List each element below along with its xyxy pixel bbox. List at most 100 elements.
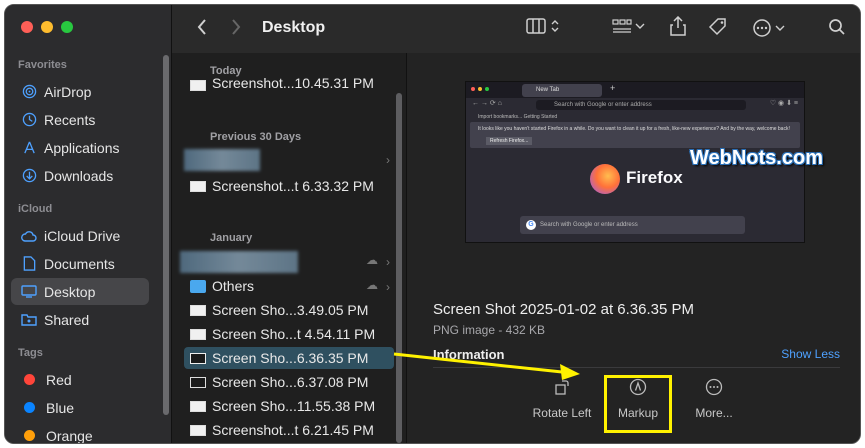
thumb-notice: It looks like you haven't started Firefo… bbox=[470, 122, 800, 148]
share-icon bbox=[670, 16, 686, 36]
list-item[interactable]: Screenshot...t 6.33.32 PM bbox=[184, 175, 394, 197]
section-previous-30-days: Previous 30 Days bbox=[210, 131, 302, 143]
redacted-item bbox=[180, 251, 298, 273]
list-item-selected[interactable]: Screen Sho...6.36.35 PM bbox=[184, 347, 394, 369]
chevron-right-icon bbox=[232, 19, 241, 35]
ellipsis-circle-icon bbox=[753, 19, 771, 37]
more-action[interactable]: More... bbox=[674, 378, 754, 420]
file-name: Screen Sho...3.49.05 PM bbox=[212, 302, 369, 318]
desktop-icon bbox=[21, 284, 37, 300]
sidebar-item-airdrop[interactable]: AirDrop bbox=[11, 78, 149, 105]
sidebar-item-recents[interactable]: Recents bbox=[11, 106, 149, 133]
minimize-window-button[interactable] bbox=[41, 21, 53, 33]
thumb-close-dot-icon bbox=[471, 87, 475, 91]
file-name: Screen Sho...6.37.08 PM bbox=[212, 374, 369, 390]
thumb-url-bar: ← → ⟳ ⌂ Search with Google or enter addr… bbox=[466, 98, 804, 112]
favorites-header: Favorites bbox=[18, 59, 67, 71]
sidebar-item-label: Blue bbox=[46, 399, 75, 416]
sidebar-scrollbar[interactable] bbox=[163, 55, 169, 415]
thumb-nav-icons: ← → ⟳ ⌂ bbox=[472, 100, 502, 107]
back-button[interactable] bbox=[196, 18, 208, 36]
share-button[interactable] bbox=[670, 16, 686, 36]
tags-header: Tags bbox=[18, 347, 43, 359]
sidebar-item-label: Documents bbox=[44, 255, 115, 272]
cloud-download-icon[interactable]: ☁ bbox=[366, 278, 378, 292]
image-file-icon bbox=[190, 424, 206, 436]
sidebar-item-label: AirDrop bbox=[44, 83, 92, 100]
list-item[interactable]: Screenshot...t 6.21.45 PM bbox=[184, 419, 394, 441]
list-item-others-folder[interactable]: Others bbox=[184, 275, 394, 297]
image-file-icon bbox=[190, 180, 206, 192]
grid-group-icon bbox=[612, 19, 632, 33]
thumb-toolbar-icons: ♡ ◉ ⬇ ≡ bbox=[769, 100, 798, 107]
show-less-link[interactable]: Show Less bbox=[781, 347, 840, 361]
list-item[interactable]: Screen Sho...3.49.05 PM bbox=[184, 299, 394, 321]
action-label: Rotate Left bbox=[532, 406, 592, 420]
sidebar-item-icloud-drive[interactable]: iCloud Drive bbox=[11, 222, 149, 249]
thumb-refresh-button: Refresh Firefox... bbox=[486, 137, 533, 145]
chevron-down-icon bbox=[775, 25, 785, 31]
close-window-button[interactable] bbox=[21, 21, 33, 33]
tag-icon bbox=[708, 18, 726, 36]
sidebar-tag-red[interactable]: Red bbox=[11, 366, 149, 393]
list-item[interactable]: Screen Sho...t 4.54.11 PM bbox=[184, 323, 394, 345]
file-name: Others bbox=[212, 278, 255, 294]
thumb-tab-bar: New Tab + bbox=[466, 82, 804, 98]
list-item[interactable]: Screenshot...10.45.31 PM bbox=[184, 77, 394, 91]
columns-view-icon bbox=[526, 18, 546, 34]
search-icon bbox=[829, 19, 845, 35]
list-item[interactable]: Screen Sho...11.55.38 PM bbox=[184, 395, 394, 417]
window-controls bbox=[21, 21, 73, 33]
file-name: Screen Sho...t 4.54.11 PM bbox=[212, 326, 376, 342]
sidebar-tag-blue[interactable]: Blue bbox=[11, 394, 149, 421]
file-name: Screenshot...t 6.33.32 PM bbox=[212, 178, 374, 194]
sidebar-item-shared[interactable]: Shared bbox=[11, 306, 149, 333]
google-g-icon: G bbox=[526, 220, 536, 230]
thumb-notice-text: It looks like you haven't started Firefo… bbox=[478, 126, 790, 132]
sidebar-item-label: Recents bbox=[44, 111, 96, 128]
file-name: Screen Sho...6.36.35 PM bbox=[212, 350, 369, 366]
sidebar-item-applications[interactable]: Applications bbox=[11, 134, 149, 161]
download-icon bbox=[21, 168, 37, 184]
rotate-left-icon bbox=[553, 378, 571, 396]
file-list-scrollbar[interactable] bbox=[396, 93, 402, 443]
rotate-left-action[interactable]: Rotate Left bbox=[522, 378, 602, 420]
document-icon bbox=[21, 256, 37, 272]
thumb-search-field: G Search with Google or enter address bbox=[520, 216, 745, 234]
folder-icon bbox=[190, 279, 206, 293]
sidebar-item-documents[interactable]: Documents bbox=[11, 250, 149, 277]
thumb-new-tab-icon: + bbox=[610, 83, 616, 93]
forward-button[interactable] bbox=[230, 18, 242, 36]
cloud-download-icon[interactable]: ☁ bbox=[366, 253, 378, 267]
tags-button[interactable] bbox=[708, 18, 728, 36]
list-item[interactable]: Screen Sho...6.37.08 PM bbox=[184, 371, 394, 393]
preview-file-meta: PNG image - 432 KB bbox=[433, 323, 546, 337]
divider bbox=[433, 367, 840, 368]
firefox-wordmark: Firefox bbox=[626, 168, 683, 187]
file-list: Today Screenshot...10.45.31 PM Previous … bbox=[172, 53, 407, 443]
red-tag-dot-icon bbox=[24, 374, 35, 385]
finder-window: Favorites AirDrop Recents Applications D… bbox=[4, 4, 861, 444]
cloud-icon bbox=[21, 228, 37, 244]
orange-tag-dot-icon bbox=[24, 430, 35, 441]
file-name: Screen Sho...11.55.38 PM bbox=[212, 398, 376, 414]
chevron-right-icon: › bbox=[386, 153, 390, 167]
sidebar-item-label: Applications bbox=[44, 139, 120, 156]
window-title: Desktop bbox=[262, 19, 326, 36]
image-file-icon bbox=[190, 352, 206, 364]
section-today: Today bbox=[210, 65, 242, 77]
view-mode-button[interactable] bbox=[526, 18, 560, 34]
zoom-window-button[interactable] bbox=[61, 21, 73, 33]
sidebar-item-downloads[interactable]: Downloads bbox=[11, 162, 149, 189]
chevron-right-icon: › bbox=[386, 255, 390, 269]
webnots-watermark: WebNots.com bbox=[690, 147, 823, 169]
search-button[interactable] bbox=[828, 18, 846, 36]
sidebar-tag-orange[interactable]: Orange bbox=[11, 422, 149, 443]
image-file-icon bbox=[190, 80, 206, 91]
sidebar: Favorites AirDrop Recents Applications D… bbox=[5, 5, 172, 443]
sidebar-item-desktop[interactable]: Desktop bbox=[11, 278, 149, 305]
action-menu-button[interactable] bbox=[752, 18, 785, 38]
preview-file-title: Screen Shot 2025-01-02 at 6.36.35 PM bbox=[433, 301, 695, 318]
group-button[interactable] bbox=[612, 18, 645, 34]
chevron-right-icon: › bbox=[386, 280, 390, 294]
